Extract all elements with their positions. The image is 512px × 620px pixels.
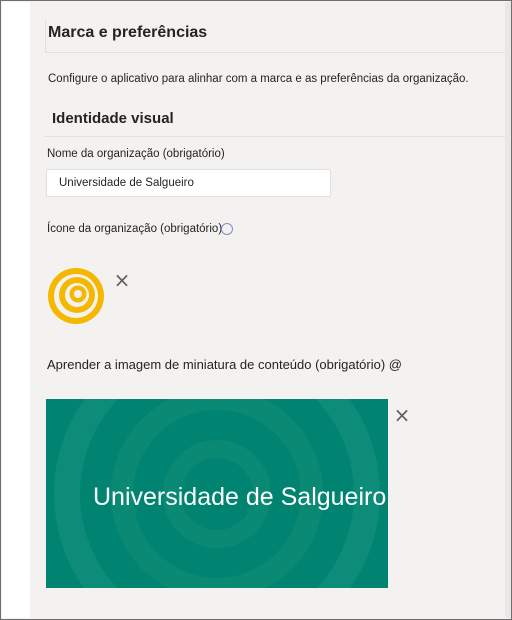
scrollbar-track[interactable] bbox=[505, 2, 511, 618]
org-name-input[interactable] bbox=[46, 169, 331, 197]
thumbnail-text: Universidade de Salgueiro bbox=[93, 483, 387, 511]
title-accent-line bbox=[45, 20, 46, 52]
thumbnail-label: Aprender a imagem de miniatura de conteú… bbox=[47, 357, 402, 372]
org-icon-label: Ícone da organização (obrigatório) bbox=[47, 223, 223, 235]
page-title: Marca e preferências bbox=[48, 24, 208, 41]
info-icon[interactable] bbox=[221, 223, 233, 235]
title-divider bbox=[45, 52, 505, 53]
remove-thumbnail-button[interactable]: × bbox=[393, 405, 411, 425]
brand-preferences-panel: Marca e preferências Configure o aplicat… bbox=[31, 2, 505, 618]
content-thumbnail: Universidade de Salgueiro bbox=[46, 399, 388, 588]
org-name-label: Nome da organização (obrigatório) bbox=[47, 148, 225, 160]
remove-logo-button[interactable]: × bbox=[113, 270, 131, 290]
left-margin bbox=[2, 2, 30, 618]
org-logo-icon bbox=[45, 265, 107, 327]
page-description: Configure o aplicativo para alinhar com … bbox=[48, 73, 469, 85]
section-title-visual-identity: Identidade visual bbox=[52, 110, 174, 127]
section-divider bbox=[45, 136, 505, 137]
concentric-rings-logo bbox=[48, 268, 104, 324]
window-frame: Marca e preferências Configure o aplicat… bbox=[0, 0, 512, 620]
